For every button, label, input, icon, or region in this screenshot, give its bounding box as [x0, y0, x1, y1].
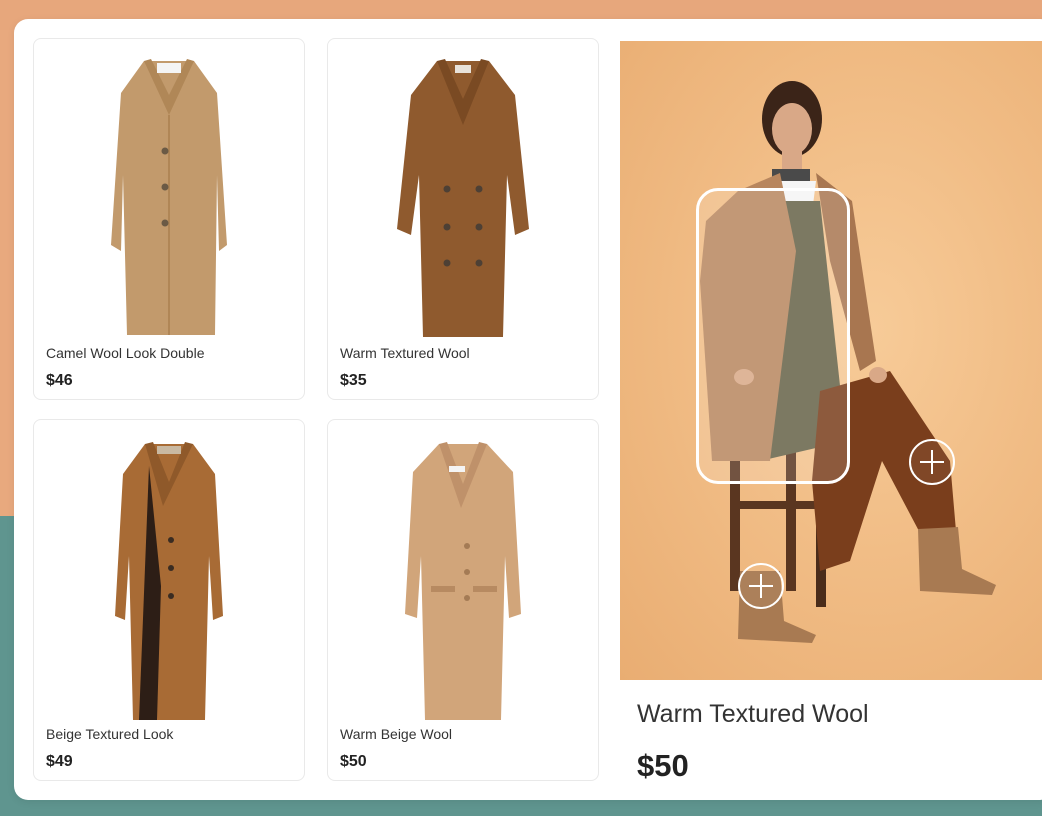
coat-camel-image [34, 45, 304, 341]
product-card-3[interactable]: Beige Textured Look $49 [33, 419, 305, 781]
selected-item-box[interactable] [696, 188, 850, 484]
coat-beige-image [328, 426, 598, 722]
detail-title: Warm Textured Wool [637, 700, 869, 728]
coat-tan-image [34, 426, 304, 722]
product-name: Camel Wool Look Double [46, 345, 205, 361]
product-price: $49 [46, 753, 73, 770]
product-card-1[interactable]: Camel Wool Look Double $46 [33, 38, 305, 400]
product-name: Warm Beige Wool [340, 726, 453, 742]
add-trousers-hotspot-icon[interactable] [909, 439, 955, 485]
product-price: $35 [340, 372, 367, 389]
product-name: Warm Textured Wool [340, 345, 470, 361]
coat-brown-image [328, 45, 598, 341]
add-boots-hotspot-icon[interactable] [738, 563, 784, 609]
product-price: $46 [46, 372, 73, 389]
product-card-2[interactable]: Warm Textured Wool $35 [327, 38, 599, 400]
model-photo [620, 41, 1042, 680]
product-card-4[interactable]: Warm Beige Wool $50 [327, 419, 599, 781]
product-price: $50 [340, 753, 367, 770]
detail-price: $50 [637, 748, 689, 783]
product-name: Beige Textured Look [46, 726, 174, 742]
